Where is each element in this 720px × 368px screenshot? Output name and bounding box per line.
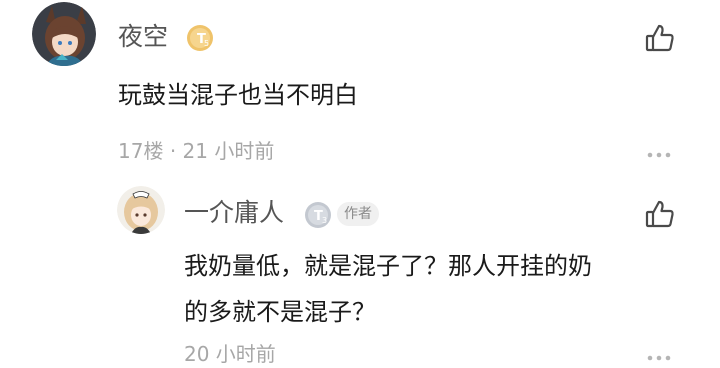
more-dots-icon[interactable] <box>646 146 672 158</box>
timestamp: 21 小时前 <box>182 139 275 163</box>
reply-text-line: 的多就不是混子？ <box>184 298 376 326</box>
username[interactable]: 夜空 <box>118 20 168 54</box>
thumbs-up-icon[interactable] <box>644 22 676 54</box>
reply-text: 我奶量低，就是混子了？那人开挂的奶 的多就不是混子？ <box>184 243 674 335</box>
author-badge: 作者 <box>337 202 379 226</box>
level-badge-icon: T 5 <box>186 24 214 52</box>
avatar-image <box>117 186 165 234</box>
more-dots-icon[interactable] <box>646 349 672 361</box>
reply-timestamp: 20 小时前 <box>184 342 276 366</box>
reply-avatar[interactable] <box>117 186 165 234</box>
svg-text:3: 3 <box>322 216 327 225</box>
meta-separator: · <box>169 139 177 163</box>
reply-username[interactable]: 一介庸人 <box>184 196 284 230</box>
reply-text-line: 我奶量低，就是混子了？那人开挂的奶 <box>184 252 592 280</box>
svg-text:5: 5 <box>204 39 209 48</box>
avatar-image <box>32 2 96 66</box>
comment-thread: 夜空 T 5 玩鼓当混子也当不明白 17楼 · 21 小时前 一介庸人 T 3 … <box>0 0 720 368</box>
avatar[interactable] <box>32 2 96 66</box>
comment-meta: 17楼 · 21 小时前 <box>118 137 274 165</box>
floor-number: 17楼 <box>118 139 164 163</box>
comment-text: 玩鼓当混子也当不明白 <box>118 81 358 109</box>
level-badge-icon: T 3 <box>304 201 332 229</box>
thumbs-up-icon[interactable] <box>644 198 676 230</box>
